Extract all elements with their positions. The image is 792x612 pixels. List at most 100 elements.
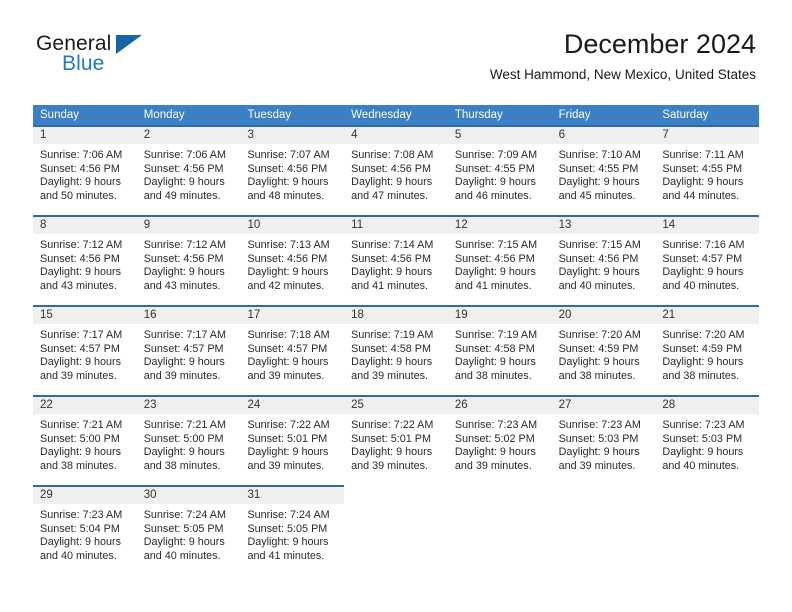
day-cell-4[interactable]: 4 Sunrise: 7:08 AM Sunset: 4:56 PM Daylight…	[344, 125, 448, 215]
day-cell-21[interactable]: 21 Sunrise: 7:20 AM Sunset: 4:59 PM Dayligh…	[655, 305, 760, 395]
daylight-text-line2: and 48 minutes.	[247, 189, 325, 202]
day-number: 7	[662, 129, 669, 141]
title-block: December 2024 West Hammond, New Mexico, …	[490, 28, 756, 85]
day-details: Sunrise: 7:12 AM Sunset: 4:56 PM Daylight:…	[137, 234, 241, 293]
weekday-header-row: Sunday Monday Tuesday Wednesday Thursday Frid…	[33, 105, 759, 125]
day-cell-27[interactable]: 27 Sunrise: 7:23 AM Sunset: 5:03 PM Dayligh…	[551, 395, 656, 485]
sunrise-text: Sunrise: 7:13 AM	[247, 239, 330, 251]
week-row: 8 Sunrise: 7:12 AM Sunset: 4:56 PM Daylight…	[33, 215, 760, 305]
sunset-text: Sunset: 4:58 PM	[351, 342, 431, 355]
day-cell-26[interactable]: 26 Sunrise: 7:23 AM Sunset: 5:02 PM Dayligh…	[447, 395, 552, 485]
daylight-text-line1: Daylight: 9 hours	[40, 266, 122, 279]
day-details: Sunrise: 7:06 AM Sunset: 4:56 PM Daylight:…	[33, 144, 137, 203]
day-number: 1	[40, 129, 47, 141]
day-number-band: 8	[33, 215, 137, 234]
day-cell-6[interactable]: 6 Sunrise: 7:10 AM Sunset: 4:55 PM Daylight…	[551, 125, 656, 215]
day-cell-17[interactable]: 17 Sunrise: 7:18 AM Sunset: 4:57 PM Dayligh…	[240, 305, 345, 395]
sunrise-text: Sunrise: 7:17 AM	[143, 329, 226, 341]
day-details: Sunrise: 7:21 AM Sunset: 5:00 PM Daylight:…	[33, 414, 137, 473]
day-number-band: 20	[551, 305, 656, 324]
sunset-text: Sunset: 4:56 PM	[40, 162, 120, 175]
day-details: Sunrise: 7:17 AM Sunset: 4:57 PM Daylight:…	[137, 324, 241, 383]
sunset-text: Sunset: 5:04 PM	[40, 522, 120, 535]
daylight-text-line1: Daylight: 9 hours	[247, 356, 329, 369]
day-number: 12	[454, 219, 468, 231]
day-details: Sunrise: 7:09 AM Sunset: 4:55 PM Daylight:…	[448, 144, 552, 203]
day-cell-28[interactable]: 28 Sunrise: 7:23 AM Sunset: 5:03 PM Dayligh…	[655, 395, 760, 485]
day-cell-11[interactable]: 11 Sunrise: 7:14 AM Sunset: 4:56 PM Dayligh…	[344, 215, 448, 305]
day-details: Sunrise: 7:11 AM Sunset: 4:55 PM Daylight:…	[655, 144, 759, 203]
day-cell-8[interactable]: 8 Sunrise: 7:12 AM Sunset: 4:56 PM Daylight…	[33, 215, 137, 305]
daylight-text-line1: Daylight: 9 hours	[454, 266, 536, 279]
day-details: Sunrise: 7:07 AM Sunset: 4:56 PM Daylight:…	[240, 144, 344, 203]
sunset-text: Sunset: 4:55 PM	[558, 162, 639, 175]
day-cell-5[interactable]: 5 Sunrise: 7:09 AM Sunset: 4:55 PM Daylight…	[447, 125, 552, 215]
day-cell-14[interactable]: 14 Sunrise: 7:16 AM Sunset: 4:57 PM Dayligh…	[655, 215, 760, 305]
sunset-text: Sunset: 4:56 PM	[143, 252, 224, 265]
sunset-text: Sunset: 4:56 PM	[351, 252, 431, 265]
sunrise-text: Sunrise: 7:10 AM	[558, 149, 641, 161]
daylight-text-line1: Daylight: 9 hours	[662, 356, 744, 369]
day-details: Sunrise: 7:23 AM Sunset: 5:02 PM Daylight:…	[448, 414, 552, 473]
daylight-text-line1: Daylight: 9 hours	[662, 266, 744, 279]
day-cell-9[interactable]: 9 Sunrise: 7:12 AM Sunset: 4:56 PM Daylight…	[136, 215, 241, 305]
daylight-text-line1: Daylight: 9 hours	[558, 356, 640, 369]
day-cell-29[interactable]: 29 Sunrise: 7:23 AM Sunset: 5:04 PM Dayligh…	[33, 485, 137, 575]
day-cell-20[interactable]: 20 Sunrise: 7:20 AM Sunset: 4:59 PM Dayligh…	[551, 305, 656, 395]
sunrise-text: Sunrise: 7:08 AM	[351, 149, 434, 161]
day-cell-22[interactable]: 22 Sunrise: 7:21 AM Sunset: 5:00 PM Dayligh…	[33, 395, 137, 485]
day-cell-10[interactable]: 10 Sunrise: 7:13 AM Sunset: 4:56 PM Dayligh…	[240, 215, 345, 305]
day-cell-25[interactable]: 25 Sunrise: 7:22 AM Sunset: 5:01 PM Dayligh…	[344, 395, 448, 485]
day-number: 3	[247, 129, 254, 141]
day-details: Sunrise: 7:12 AM Sunset: 4:56 PM Daylight:…	[33, 234, 137, 293]
daylight-text-line1: Daylight: 9 hours	[454, 356, 536, 369]
day-number-band: 14	[655, 215, 760, 234]
day-cell-12[interactable]: 12 Sunrise: 7:15 AM Sunset: 4:56 PM Dayligh…	[447, 215, 552, 305]
day-number-band: 3	[240, 125, 345, 144]
day-cell-31[interactable]: 31 Sunrise: 7:24 AM Sunset: 5:05 PM Dayligh…	[240, 485, 345, 575]
daylight-text-line2: and 44 minutes.	[662, 189, 740, 202]
day-number-band: 29	[33, 485, 137, 504]
day-cell-2[interactable]: 2 Sunrise: 7:06 AM Sunset: 4:56 PM Daylight…	[136, 125, 241, 215]
daylight-text-line1: Daylight: 9 hours	[143, 176, 225, 189]
day-cell-1[interactable]: 1 Sunrise: 7:06 AM Sunset: 4:56 PM Daylight…	[33, 125, 137, 215]
day-details: Sunrise: 7:23 AM Sunset: 5:03 PM Daylight:…	[655, 414, 759, 473]
day-details: Sunrise: 7:13 AM Sunset: 4:56 PM Daylight:…	[240, 234, 344, 293]
daylight-text-line1: Daylight: 9 hours	[247, 446, 329, 459]
day-details: Sunrise: 7:06 AM Sunset: 4:56 PM Daylight:…	[137, 144, 241, 203]
day-number: 29	[40, 489, 53, 501]
sunset-text: Sunset: 4:56 PM	[247, 162, 328, 175]
day-cell-24[interactable]: 24 Sunrise: 7:22 AM Sunset: 5:01 PM Dayligh…	[240, 395, 345, 485]
day-number: 15	[40, 309, 53, 321]
day-number: 26	[454, 399, 468, 411]
day-details: Sunrise: 7:19 AM Sunset: 4:58 PM Daylight:…	[344, 324, 448, 383]
sunset-text: Sunset: 5:00 PM	[143, 432, 224, 445]
day-number: 28	[662, 399, 676, 411]
daylight-text-line1: Daylight: 9 hours	[40, 176, 122, 189]
day-number-band	[344, 485, 448, 504]
daylight-text-line2: and 41 minutes.	[454, 279, 532, 292]
daylight-text-line2: and 40 minutes.	[143, 549, 221, 562]
day-cell-30[interactable]: 30 Sunrise: 7:24 AM Sunset: 5:05 PM Dayligh…	[136, 485, 241, 575]
sunset-text: Sunset: 4:55 PM	[662, 162, 743, 175]
day-cell-7[interactable]: 7 Sunrise: 7:11 AM Sunset: 4:55 PM Daylight…	[655, 125, 760, 215]
day-number-band: 4	[344, 125, 448, 144]
day-number: 20	[558, 309, 572, 321]
day-details: Sunrise: 7:15 AM Sunset: 4:56 PM Daylight:…	[552, 234, 656, 293]
day-cell-15[interactable]: 15 Sunrise: 7:17 AM Sunset: 4:57 PM Dayligh…	[33, 305, 137, 395]
day-number: 31	[247, 489, 261, 501]
sunrise-text: Sunrise: 7:06 AM	[143, 149, 226, 161]
day-number: 25	[351, 399, 364, 411]
day-cell-23[interactable]: 23 Sunrise: 7:21 AM Sunset: 5:00 PM Dayligh…	[136, 395, 241, 485]
daylight-text-line2: and 39 minutes.	[351, 369, 428, 382]
day-cell-13[interactable]: 13 Sunrise: 7:15 AM Sunset: 4:56 PM Dayligh…	[551, 215, 656, 305]
sunrise-text: Sunrise: 7:24 AM	[143, 509, 226, 521]
day-cell-19[interactable]: 19 Sunrise: 7:19 AM Sunset: 4:58 PM Dayligh…	[447, 305, 552, 395]
day-cell-18[interactable]: 18 Sunrise: 7:19 AM Sunset: 4:58 PM Dayligh…	[344, 305, 448, 395]
sunrise-text: Sunrise: 7:19 AM	[454, 329, 538, 341]
daylight-text-line1: Daylight: 9 hours	[662, 446, 744, 459]
day-cell-3[interactable]: 3 Sunrise: 7:07 AM Sunset: 4:56 PM Daylight…	[240, 125, 345, 215]
daylight-text-line2: and 38 minutes.	[454, 369, 532, 382]
day-cell-16[interactable]: 16 Sunrise: 7:17 AM Sunset: 4:57 PM Dayligh…	[136, 305, 241, 395]
week-row: 15 Sunrise: 7:17 AM Sunset: 4:57 PM Dayligh…	[33, 305, 760, 395]
